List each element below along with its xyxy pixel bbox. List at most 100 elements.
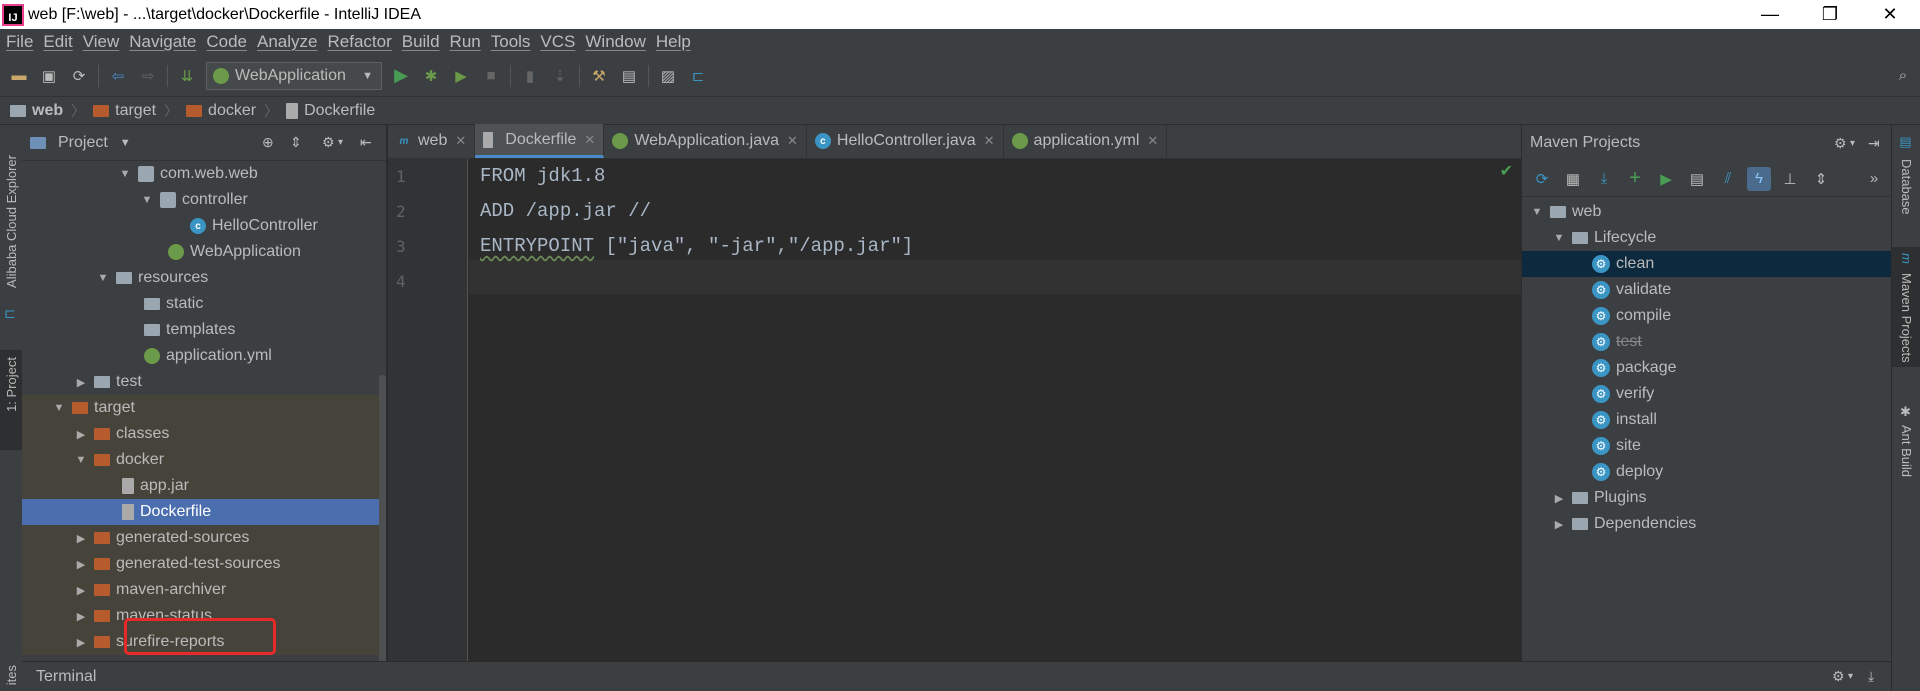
gear-icon[interactable]: ⚙ xyxy=(1834,135,1847,152)
maven-item-dependencies[interactable]: ▶ Dependencies xyxy=(1522,511,1892,537)
maven-goal-test[interactable]: ⚙ test xyxy=(1522,329,1892,355)
maven-projects-tool-tab[interactable]: Maven Projects xyxy=(1899,273,1914,363)
close-icon[interactable]: ✕ xyxy=(1147,133,1158,149)
expand-arrow-icon[interactable]: ▶ xyxy=(74,636,88,649)
expand-arrow-icon[interactable]: ▶ xyxy=(74,584,88,597)
tree-item[interactable]: ▶ generated-test-sources xyxy=(22,551,380,577)
inspection-ok-icon[interactable]: ✔ xyxy=(1500,161,1513,181)
chevron-down-icon[interactable]: ▾ xyxy=(1850,138,1855,149)
chevron-down-icon[interactable]: ▾ xyxy=(338,137,343,148)
alibaba-cloud-icon[interactable]: ⊏ xyxy=(687,65,709,87)
reimport-icon[interactable]: ⟳ xyxy=(1530,167,1554,191)
open-folder-icon[interactable]: ▬ xyxy=(8,65,30,87)
code-line[interactable]: FROM jdk1.8 xyxy=(480,165,605,187)
terminal-tab[interactable]: Terminal xyxy=(36,668,96,686)
close-icon[interactable]: ✕ xyxy=(455,133,466,149)
menu-tools[interactable]: Tools xyxy=(491,32,531,52)
tree-item[interactable]: c HelloController xyxy=(22,213,380,239)
maven-goal-verify[interactable]: ⚙ verify xyxy=(1522,381,1892,407)
maven-goal-compile[interactable]: ⚙ compile xyxy=(1522,303,1892,329)
maven-goal-validate[interactable]: ⚙ validate xyxy=(1522,277,1892,303)
expand-arrow-icon[interactable]: ▶ xyxy=(74,558,88,571)
minimize-button[interactable]: — xyxy=(1740,0,1800,29)
close-icon[interactable]: ✕ xyxy=(984,133,995,149)
expand-arrow-icon[interactable]: ▶ xyxy=(1552,492,1566,505)
code-line[interactable]: ADD /app.jar // xyxy=(480,200,651,222)
expand-arrow-icon[interactable]: ▶ xyxy=(1552,518,1566,531)
stop-icon[interactable]: ■ xyxy=(480,65,502,87)
debug-icon[interactable]: ✱ xyxy=(420,65,442,87)
tree-item[interactable]: WebApplication xyxy=(22,239,380,265)
add-icon[interactable]: + xyxy=(1623,167,1647,191)
forward-arrow-icon[interactable]: ⇨ xyxy=(137,65,159,87)
expand-arrow-icon[interactable]: ▼ xyxy=(52,402,66,414)
menu-navigate[interactable]: Navigate xyxy=(129,32,196,52)
menu-refactor[interactable]: Refactor xyxy=(327,32,391,52)
run-config-icon[interactable]: ▤ xyxy=(1685,167,1709,191)
maven-item-root[interactable]: ▼ web xyxy=(1522,199,1892,225)
tree-item[interactable]: static xyxy=(22,291,380,317)
coverage-icon[interactable]: ▶ xyxy=(450,65,472,87)
menu-file[interactable]: File xyxy=(6,32,33,52)
maven-goal-site[interactable]: ⚙ site xyxy=(1522,433,1892,459)
menu-view[interactable]: View xyxy=(83,32,120,52)
menu-window[interactable]: Window xyxy=(585,32,645,52)
menu-analyze[interactable]: Analyze xyxy=(257,32,317,52)
menu-run[interactable]: Run xyxy=(450,32,481,52)
maven-item-plugins[interactable]: ▶ Plugins xyxy=(1522,485,1892,511)
deploy-icon[interactable]: ▨ xyxy=(657,65,679,87)
expand-arrow-icon[interactable]: ▶ xyxy=(74,376,88,389)
save-icon[interactable]: ▣ xyxy=(38,65,60,87)
search-icon[interactable]: ⌕ xyxy=(1892,65,1914,87)
show-dependencies-icon[interactable]: ⊥ xyxy=(1778,167,1802,191)
favorites-tool-tab[interactable]: ites xyxy=(4,665,19,685)
sync-icon[interactable]: ⟳ xyxy=(68,65,90,87)
tab-webapplication-java[interactable]: WebApplication.java ✕ xyxy=(604,124,807,158)
tree-item[interactable]: templates xyxy=(22,317,380,343)
menu-build[interactable]: Build xyxy=(402,32,440,52)
generate-sources-icon[interactable]: ▦ xyxy=(1561,167,1585,191)
maven-goal-install[interactable]: ⚙ install xyxy=(1522,407,1892,433)
chevron-down-icon[interactable]: ▼ xyxy=(120,137,131,149)
menu-code[interactable]: Code xyxy=(206,32,247,52)
menu-help[interactable]: Help xyxy=(656,32,691,52)
hide-panel-icon[interactable]: ⇤ xyxy=(360,134,372,151)
project-panel-title[interactable]: Project xyxy=(58,134,108,152)
maven-goal-deploy[interactable]: ⚙ deploy xyxy=(1522,459,1892,485)
back-arrow-icon[interactable]: ⇦ xyxy=(107,65,129,87)
expand-arrow-icon[interactable]: ▼ xyxy=(140,194,154,206)
close-icon[interactable]: ✕ xyxy=(584,132,595,148)
gear-icon[interactable]: ⚙ xyxy=(322,134,335,151)
expand-arrow-icon[interactable]: ▶ xyxy=(74,532,88,545)
breadcrumb-item-web[interactable]: web 〉 xyxy=(10,101,87,121)
run-configuration-select[interactable]: WebApplication ▼ xyxy=(206,61,382,90)
download-icon[interactable]: ⤓ xyxy=(1592,167,1616,191)
expand-arrow-icon[interactable]: ▼ xyxy=(1530,206,1544,218)
tab-web[interactable]: m web ✕ xyxy=(388,124,476,158)
run-icon[interactable]: ▶ xyxy=(390,65,412,87)
settings-icon[interactable]: ▤ xyxy=(618,65,640,87)
tree-item-selected[interactable]: Dockerfile xyxy=(22,499,380,525)
code-editor[interactable]: 1 2 3 4 FROM jdk1.8 ADD /app.jar // ENTR… xyxy=(388,159,1521,661)
maven-goal-clean[interactable]: ⚙ clean xyxy=(1522,251,1892,277)
expand-arrow-icon[interactable]: ▼ xyxy=(96,272,110,284)
tree-item[interactable]: ▼ com.web.web xyxy=(22,161,380,187)
maximize-button[interactable]: ❐ xyxy=(1800,0,1860,29)
toggle-offline-icon[interactable]: ⫽ xyxy=(1716,167,1740,191)
vcs-commit-icon[interactable]: ⇣ xyxy=(549,65,571,87)
expand-arrow-icon[interactable]: ▼ xyxy=(118,168,132,180)
database-tool-tab[interactable]: Database xyxy=(1899,159,1914,215)
skip-tests-icon[interactable]: ϟ xyxy=(1747,166,1771,191)
tree-item[interactable]: ▼ docker xyxy=(22,447,380,473)
breadcrumb-item-dockerfile[interactable]: Dockerfile xyxy=(286,102,375,120)
alibaba-cloud-explorer-tab[interactable]: Alibaba Cloud Explorer xyxy=(4,155,19,288)
collapse-all-icon[interactable]: ⇕ xyxy=(290,134,302,151)
gear-icon[interactable]: ⚙ xyxy=(1832,668,1845,685)
tree-item[interactable]: ▶ generated-sources xyxy=(22,525,380,551)
tree-item[interactable]: ▶ maven-archiver xyxy=(22,577,380,603)
menu-edit[interactable]: Edit xyxy=(43,32,72,52)
expand-arrow-icon[interactable]: ▼ xyxy=(1552,232,1566,244)
tree-item[interactable]: application.yml xyxy=(22,343,380,369)
run-icon[interactable]: ▶ xyxy=(1654,167,1678,191)
breadcrumb-item-target[interactable]: target 〉 xyxy=(93,101,180,121)
